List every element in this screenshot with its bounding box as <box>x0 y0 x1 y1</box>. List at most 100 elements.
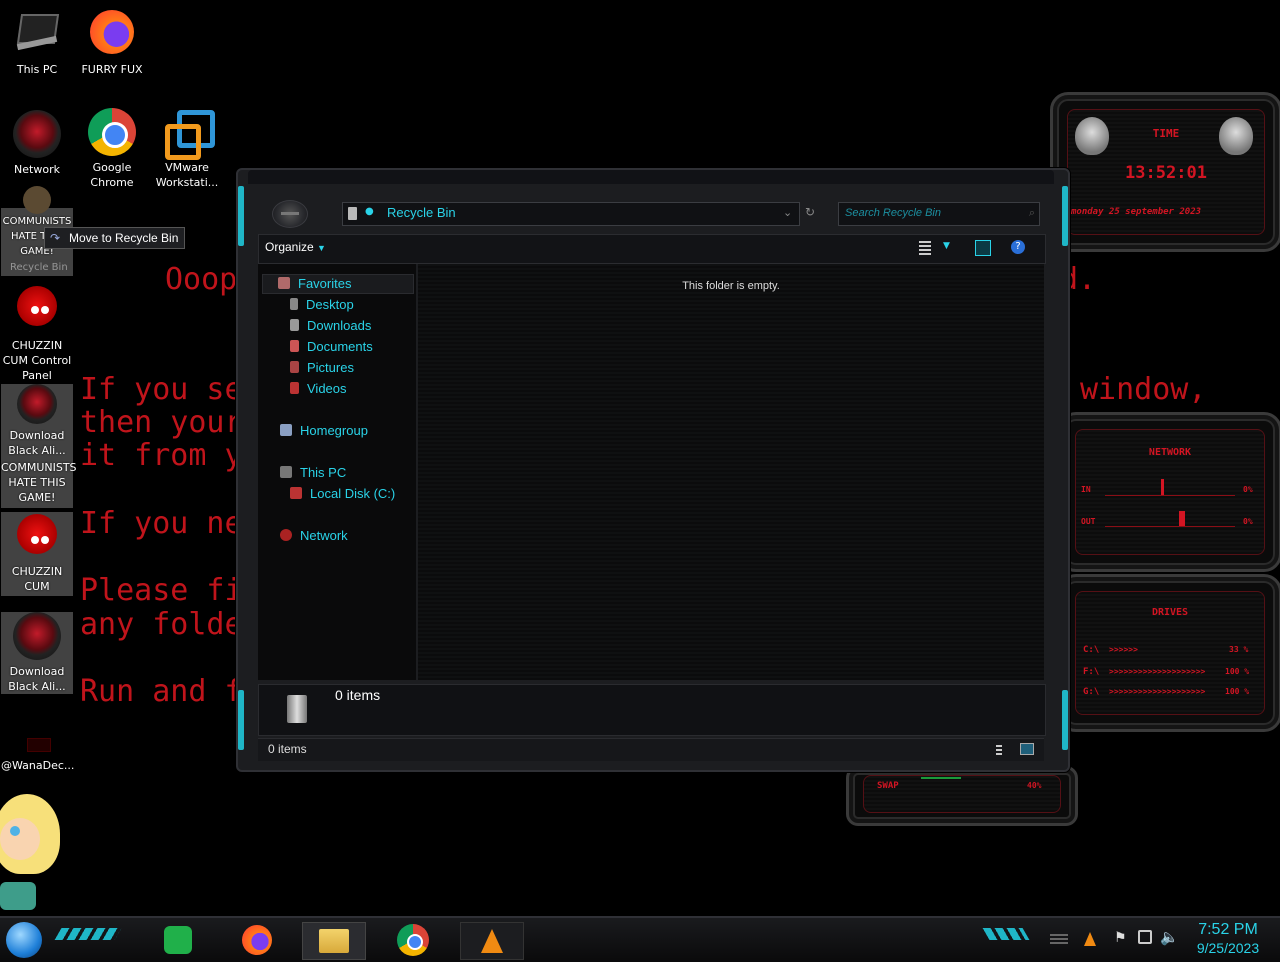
taskbar-chrome[interactable] <box>382 922 444 958</box>
drive-label: F:\ <box>1083 667 1100 677</box>
view-dropdown-arrow-icon[interactable]: ▼ <box>943 241 950 251</box>
nav-favorites[interactable]: Favorites <box>278 276 351 294</box>
window-accent <box>1062 690 1068 750</box>
search-icon[interactable]: ⌕ <box>1029 206 1035 220</box>
firefox-icon <box>242 925 272 955</box>
network-out-graph <box>1105 526 1235 527</box>
command-bar: Organize ▼ ▼ ? <box>258 234 1046 264</box>
desktop-icon-wanadecryptor[interactable]: @WanaDec... <box>1 734 75 773</box>
ransom-text: If you ne <box>80 506 243 541</box>
details-pane: 0 items <box>258 684 1046 736</box>
clock-title: TIME <box>1152 127 1180 140</box>
drive-bar: >>>>>> <box>1109 645 1138 654</box>
downloads-icon <box>290 319 299 331</box>
nav-this-pc[interactable]: This PC <box>280 465 346 483</box>
ransom-text: Run and f <box>80 674 243 709</box>
desktop-icon-label: Google Chrome <box>90 161 134 189</box>
refresh-icon[interactable]: ↻ <box>805 205 815 219</box>
taskbar-vlc[interactable] <box>460 922 524 960</box>
large-icons-view-button[interactable] <box>1020 743 1034 755</box>
desktop-icon-download-2[interactable]: Download Black Ali... <box>1 612 73 694</box>
desktop-icon <box>290 298 298 310</box>
address-bar[interactable]: ● Recycle Bin ⌄ ↻ <box>342 202 815 226</box>
computer-icon <box>13 10 61 58</box>
desktop-icon-network[interactable]: Network <box>1 110 73 177</box>
details-view-button[interactable] <box>996 743 1002 755</box>
preview-pane-button[interactable] <box>975 240 991 256</box>
network-title: NETWORK <box>1148 447 1192 458</box>
ransom-text: then your <box>80 405 243 440</box>
folder-icon <box>319 929 349 953</box>
nav-documents[interactable]: Documents <box>290 339 373 357</box>
nav-local-disk[interactable]: Local Disk (C:) <box>290 486 395 504</box>
ransom-text: it from y <box>80 438 243 473</box>
drive-value: 100 % <box>1225 667 1250 676</box>
desktop-icon-download-1[interactable]: Download Black Ali... COMMUNISTS HATE TH… <box>1 384 77 508</box>
flag-icon[interactable]: ⚑ <box>1114 930 1127 946</box>
search-box[interactable]: Search Recycle Bin ⌕ <box>838 202 1040 226</box>
desktop-icon-control-panel[interactable]: CHUZZIN CUM Control Panel <box>1 286 73 383</box>
ransom-text: If you se <box>80 372 243 407</box>
ransom-text: any folde <box>80 607 243 642</box>
network-widget: NETWORK IN 0% OUT 0% <box>1058 412 1280 572</box>
red-fuzzball-icon <box>13 512 61 560</box>
chevron-down-icon[interactable]: ⌄ <box>783 206 792 219</box>
start-button[interactable] <box>6 922 42 958</box>
desktop-icon-label: CHUZZIN CUM <box>11 565 63 593</box>
move-arrow-icon: ↷ <box>50 231 61 245</box>
chrome-icon <box>88 108 136 156</box>
homegroup-icon <box>280 424 292 436</box>
vmware-icon <box>163 108 215 160</box>
show-hidden-icons-button[interactable] <box>1050 934 1068 944</box>
breadcrumb-separator-icon: ● <box>365 206 374 217</box>
desktop-icon-firefox[interactable]: FURRY FUX <box>76 10 148 77</box>
network-tray-icon[interactable] <box>1138 930 1152 944</box>
navigation-pane: Favorites Desktop Downloads Documents Pi… <box>258 264 416 680</box>
desktop-icon-label: @WanaDec... <box>1 759 75 772</box>
change-view-button[interactable] <box>919 241 931 255</box>
swap-widget: SWAP 40% <box>846 766 1078 826</box>
address-text: Recycle Bin <box>387 205 456 220</box>
window-accent <box>238 690 244 750</box>
help-icon[interactable]: ? <box>1011 240 1025 254</box>
taskbar-firefox[interactable] <box>226 922 288 958</box>
desktop-icon-this-pc[interactable]: This PC <box>1 10 73 77</box>
nav-pictures[interactable]: Pictures <box>290 360 354 378</box>
clock-time: 13:52:01 <box>1125 163 1207 183</box>
desktop-icon-label: COMMUNISTS HATE THIS GAME! <box>1 461 77 504</box>
nav-desktop[interactable]: Desktop <box>290 297 354 315</box>
desktop-icon-vmware[interactable]: VMware Workstati... <box>151 108 223 190</box>
nav-homegroup[interactable]: Homegroup <box>280 423 368 441</box>
nav-videos[interactable]: Videos <box>290 381 347 399</box>
desktop-icon-label: Download Black Ali... <box>8 665 66 693</box>
vlc-icon <box>481 929 503 953</box>
desktop-icon-chuzzin[interactable]: CHUZZIN CUM <box>1 512 73 596</box>
vlc-tray-icon[interactable] <box>1084 932 1096 946</box>
network-out-label: OUT <box>1081 517 1096 526</box>
recycle-bin-small-icon <box>348 207 357 220</box>
organize-button[interactable]: Organize ▼ <box>265 240 326 254</box>
drives-title: DRIVES <box>1151 607 1189 618</box>
drag-tooltip: ↷ Move to Recycle Bin <box>44 227 186 249</box>
nav-network[interactable]: Network <box>280 528 348 546</box>
volume-icon[interactable]: 🔈 <box>1160 928 1179 946</box>
window-caption-bar[interactable] <box>248 170 1054 184</box>
ransom-text: Ooop <box>165 262 238 297</box>
taskbar-file-explorer[interactable] <box>302 922 366 960</box>
clock[interactable]: 7:52 PM 9/25/2023 <box>1186 920 1270 957</box>
network-in-label: IN <box>1081 485 1091 494</box>
network-icon <box>17 384 57 424</box>
star-icon <box>278 277 290 289</box>
recycle-bin-icon <box>287 695 307 723</box>
explorer-window[interactable]: ● Recycle Bin ⌄ ↻ Search Recycle Bin ⌕ O… <box>236 168 1070 772</box>
notes-icon <box>164 926 192 954</box>
file-list[interactable]: This folder is empty. <box>418 264 1044 680</box>
videos-icon <box>290 382 299 394</box>
taskbar-notes-app[interactable] <box>146 922 208 958</box>
nav-downloads[interactable]: Downloads <box>290 318 371 336</box>
desktop-icon-chrome[interactable]: Google Chrome <box>76 108 148 190</box>
desktop-icon-label: Network <box>14 163 60 176</box>
ransom-text: Please fi <box>80 573 243 608</box>
search-input[interactable]: Search Recycle Bin <box>845 207 941 219</box>
back-forward-button[interactable] <box>272 200 308 228</box>
